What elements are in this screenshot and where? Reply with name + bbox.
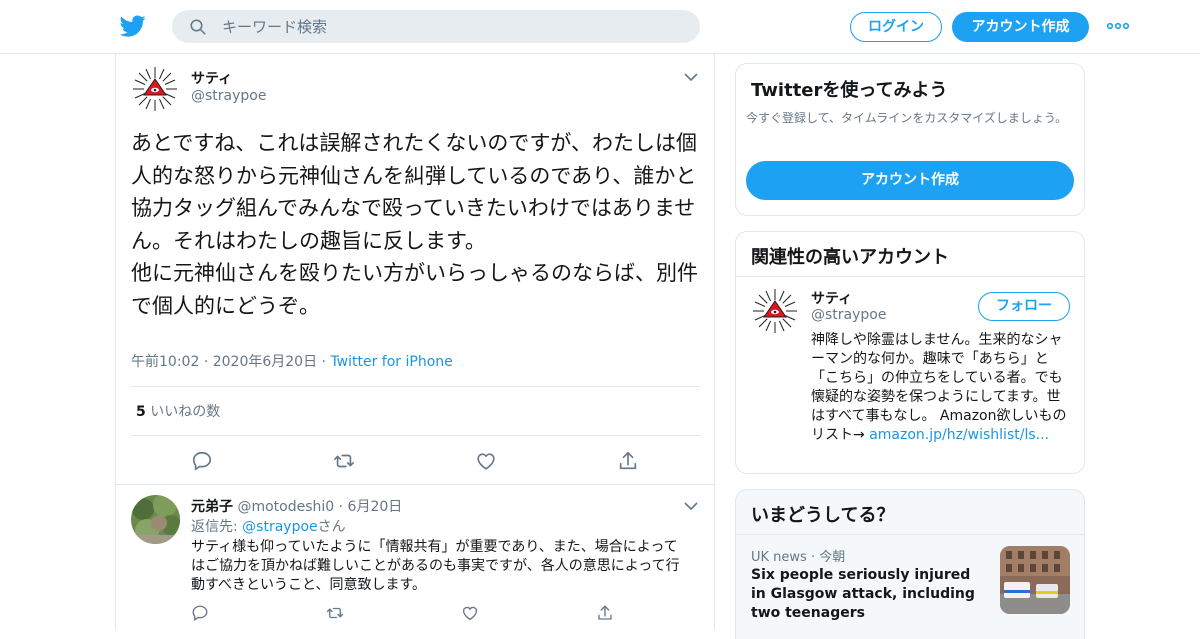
tweet-column: サティ @straypoe あとですね、これは誤解されたくないのですが、わたしは… (115, 54, 715, 630)
news-source-name: UK news (751, 550, 807, 565)
more-icon[interactable] (1106, 18, 1130, 34)
like-icon[interactable] (461, 604, 479, 622)
divider (131, 386, 700, 387)
trends-card-title: いまどうしてる？ (751, 505, 895, 526)
news-thumbnail[interactable] (1000, 546, 1070, 614)
separator-dot: · (203, 354, 213, 370)
reply-to-suffix: さん (317, 519, 346, 535)
signup-card: Twitterを使ってみよう 今すぐ登録して、タイムラインをカスタマイズしましょ… (735, 63, 1085, 216)
retweet-icon[interactable] (333, 450, 355, 472)
reply-to-line: 返信先: @straypoeさん (191, 516, 346, 536)
chevron-down-icon[interactable] (684, 72, 698, 82)
author-handle[interactable]: @straypoe (191, 88, 266, 104)
login-button[interactable]: ログイン (850, 12, 942, 42)
reply-date[interactable]: 6月20日 (348, 499, 403, 515)
avatar-image (131, 65, 179, 113)
signup-card-subtitle: 今すぐ登録して、タイムラインをカスタマイズしましょう。 (746, 111, 1068, 125)
related-card-title: 関連性の高いアカウント (751, 247, 949, 268)
search-box[interactable] (172, 10, 700, 43)
share-icon[interactable] (617, 450, 639, 472)
twitter-logo-icon[interactable] (120, 13, 146, 39)
author-name[interactable]: サティ (191, 68, 232, 88)
likes-count-row[interactable]: 5 いいねの数 (136, 401, 220, 421)
create-account-button[interactable]: アカウント作成 (746, 161, 1074, 200)
follow-button[interactable]: フォロー (978, 292, 1070, 321)
signup-card-title: Twitterを使ってみよう (751, 80, 948, 101)
signup-button[interactable]: アカウント作成 (952, 12, 1089, 42)
news-headline[interactable]: Six people seriously injured in Glasgow … (751, 566, 976, 623)
reply-to-prefix: 返信先: (191, 519, 243, 535)
bio-link[interactable]: amazon.jp/hz/wishlist/ls... (869, 427, 1049, 443)
reply-to-link[interactable]: @straypoe (242, 519, 317, 535)
news-thumbnail-image (1000, 546, 1070, 614)
likes-count: 5 (136, 404, 146, 420)
retweet-icon[interactable] (326, 604, 344, 622)
tweet-source[interactable]: Twitter for iPhone (330, 354, 452, 370)
reply-author-handle: @motodeshi0 (237, 499, 335, 515)
tweet-time: 午前10:02 (131, 354, 200, 370)
reply-author[interactable]: 元弟子 @motodeshi0 · 6月20日 (191, 496, 402, 516)
related-account-handle[interactable]: @straypoe (811, 307, 886, 323)
search-icon (190, 19, 206, 35)
related-account-bio: 神降しや除霊はしません。生来的なシャーマン的な何か。趣味で「あちら」と「こちら」… (811, 331, 1073, 445)
related-accounts-card: 関連性の高いアカウント サティ @straypoe フォロー 神降しや除霊はしま… (735, 231, 1085, 474)
avatar[interactable] (751, 287, 799, 335)
share-icon[interactable] (596, 604, 614, 622)
top-navigation-bar: ログイン アカウント作成 (0, 0, 1200, 54)
likes-label: いいねの数 (150, 404, 221, 420)
avatar[interactable] (131, 65, 179, 113)
news-source: UK news · 今朝 (751, 550, 846, 565)
divider (736, 534, 1084, 535)
trends-card: いまどうしてる？ UK news · 今朝 Six people serious… (735, 489, 1085, 639)
related-account-name[interactable]: サティ (811, 288, 852, 308)
tweet-timestamp[interactable]: 午前10:02 · 2020年6月20日 · Twitter for iPhon… (131, 351, 453, 371)
avatar-image (751, 287, 799, 335)
tweet-text: あとですね、これは誤解されたくないのですが、わたしは個人的な怒りから元神仙さんを… (131, 131, 698, 318)
divider (131, 435, 700, 436)
like-icon[interactable] (475, 450, 497, 472)
news-time: 今朝 (819, 550, 846, 565)
search-input[interactable] (222, 10, 682, 43)
reply-text: サティ様も仰っていたように「情報共有」が重要であり、また、場合によってはご協力を… (191, 539, 680, 593)
reply-icon[interactable] (191, 450, 213, 472)
reply-avatar-image (131, 495, 180, 544)
reply-icon[interactable] (191, 604, 209, 622)
tweet-date: 2020年6月20日 (212, 354, 318, 370)
reply-author-name: 元弟子 (191, 499, 233, 515)
chevron-down-icon[interactable] (684, 501, 698, 511)
divider (116, 484, 714, 485)
separator-dot: · (338, 499, 348, 515)
divider (736, 276, 1084, 277)
reply-avatar[interactable] (131, 495, 180, 544)
